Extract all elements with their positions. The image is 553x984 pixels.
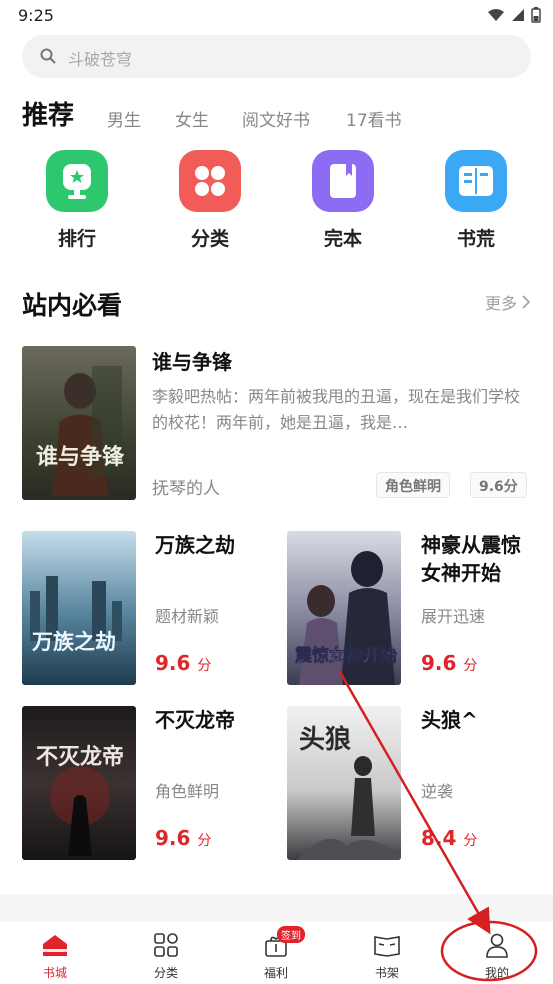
quick-link-book-shortage[interactable]: 书荒 xyxy=(445,150,507,251)
tab-female[interactable]: 女生 xyxy=(175,106,209,131)
tag-badge: 角色鲜明 xyxy=(376,472,450,498)
nav-label: 我的 xyxy=(484,966,509,980)
nav-label: 分类 xyxy=(153,966,178,980)
quick-link-finished[interactable]: 完本 xyxy=(312,150,374,251)
book-description: 展开迅速 xyxy=(421,607,486,626)
nav-bookstore[interactable]: 书城 xyxy=(20,932,90,981)
quick-link-category[interactable]: 分类 xyxy=(179,150,241,251)
more-label: 更多 xyxy=(484,294,517,313)
cover-title: 不灭龙帝 xyxy=(36,744,124,770)
score-value: 8.4 xyxy=(421,826,457,850)
bottom-nav: 书城 分类 签到 福利 书架 我的 xyxy=(0,922,553,984)
search-icon xyxy=(40,48,56,64)
score-unit: 分 xyxy=(463,833,478,849)
signal-icon xyxy=(512,9,524,21)
score-value: 9.6 xyxy=(421,651,457,675)
book-description: 逆袭 xyxy=(421,782,454,801)
featured-title[interactable]: 谁与争锋 xyxy=(152,346,232,375)
user-icon xyxy=(486,933,508,958)
cover-title: 谁与争锋 xyxy=(36,444,125,470)
status-time: 9:25 xyxy=(18,6,54,25)
score-value: 9.6 xyxy=(155,651,191,675)
score-badge: 9.6分 xyxy=(470,472,527,498)
tab-male[interactable]: 男生 xyxy=(107,106,141,131)
cover-title: 万族之劫 xyxy=(31,629,116,654)
category-icon xyxy=(154,933,178,957)
battery-icon xyxy=(531,7,541,23)
cover-title: 头狼 xyxy=(299,724,351,755)
quick-link-label: 排行 xyxy=(57,228,96,250)
book-title[interactable]: 不灭龙帝 xyxy=(155,706,235,734)
more-link[interactable]: 更多 xyxy=(485,290,531,314)
open-book-icon xyxy=(445,150,507,212)
nav-label: 福利 xyxy=(263,966,288,980)
book-description: 题材新颖 xyxy=(155,607,220,626)
category-tabs: 推荐 男生 女生 阅文好书 17看书 xyxy=(22,95,542,135)
quick-link-label: 完本 xyxy=(323,228,362,250)
search-placeholder: 斗破苍穹 xyxy=(68,50,133,69)
featured-author: 抚琴的人 xyxy=(152,479,220,499)
book-title[interactable]: 万族之劫 xyxy=(155,531,265,559)
section-title: 站内必看 xyxy=(22,291,123,320)
score-unit: 分 xyxy=(463,658,478,674)
book-cover[interactable]: 谁与争锋 xyxy=(22,346,136,500)
checkin-badge: 签到 xyxy=(277,926,305,943)
tab-recommend[interactable]: 推荐 xyxy=(22,95,74,132)
score-value: 9.6 xyxy=(155,826,191,850)
section-divider xyxy=(0,894,553,922)
nav-profile[interactable]: 我的 xyxy=(462,932,532,981)
book-icon xyxy=(312,150,374,212)
book-cover[interactable]: 头狼 xyxy=(287,706,401,860)
book-cover[interactable]: 万族之劫 xyxy=(22,531,136,685)
grid-icon xyxy=(179,150,241,212)
wifi-icon xyxy=(488,9,504,21)
book-score: 9.6 分 xyxy=(155,651,211,675)
book-description: 角色鲜明 xyxy=(155,782,220,801)
book-cover[interactable]: 震惊女神开始 xyxy=(287,531,401,685)
tab-yuewen[interactable]: 阅文好书 xyxy=(242,106,310,131)
home-icon xyxy=(43,935,67,956)
book-cover[interactable]: 不灭龙帝 xyxy=(22,706,136,860)
quick-link-ranking[interactable]: 排行 xyxy=(46,150,108,251)
nav-welfare[interactable]: 签到 福利 xyxy=(241,926,311,981)
book-score: 9.6 分 xyxy=(421,651,477,675)
chevron-right-icon xyxy=(522,295,531,309)
score-unit: 分 xyxy=(197,658,212,674)
cover-title: 震惊女神开始 xyxy=(294,645,397,666)
nav-category[interactable]: 分类 xyxy=(131,932,201,981)
nav-bookshelf[interactable]: 书架 xyxy=(352,932,422,981)
status-icons xyxy=(487,7,541,23)
nav-label: 书架 xyxy=(374,966,399,980)
status-bar: 9:25 xyxy=(0,0,553,30)
tab-17k[interactable]: 17看书 xyxy=(346,106,402,131)
search-input[interactable]: 斗破苍穹 xyxy=(22,35,531,78)
nav-label: 书城 xyxy=(42,966,67,980)
book-score: 9.6 分 xyxy=(155,826,211,850)
quick-link-label: 书荒 xyxy=(456,228,495,250)
featured-description: 李毅吧热帖：两年前被我甩的丑逼，现在是我们学校的校花！两年前，她是丑逼，我是… xyxy=(152,387,521,432)
book-title[interactable]: 头狼^ xyxy=(421,706,478,734)
book-score: 8.4 分 xyxy=(421,826,477,850)
trophy-icon xyxy=(46,150,108,212)
quick-link-label: 分类 xyxy=(190,228,229,250)
bookshelf-icon xyxy=(374,936,400,957)
book-title[interactable]: 神豪从震惊女神开始 xyxy=(421,531,536,587)
score-unit: 分 xyxy=(197,833,212,849)
